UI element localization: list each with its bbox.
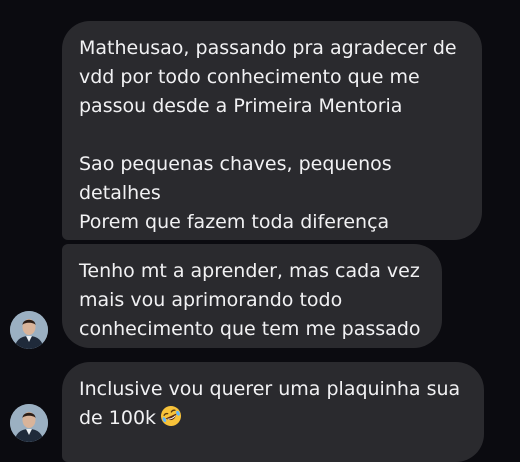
message-bubble[interactable]: Tenho mt a aprender, mas cada vez mais v…	[62, 244, 442, 348]
avatar[interactable]	[10, 311, 48, 349]
message-text: Inclusive vou querer uma plaquinha sua d…	[79, 375, 468, 433]
message-text: Tenho mt a aprender, mas cada vez mais v…	[79, 260, 421, 340]
message-thread: Matheusao, passando pra agradecer de vdd…	[0, 0, 520, 462]
message-text: Matheusao, passando pra agradecer de vdd…	[79, 37, 457, 117]
avatar[interactable]	[10, 404, 48, 442]
message-text: Sao pequenas chaves, pequenos detalhes P…	[79, 153, 392, 233]
message-bubble[interactable]: Inclusive vou querer uma plaquinha sua d…	[62, 362, 484, 462]
message-text-content: Inclusive vou querer uma plaquinha sua d…	[79, 378, 461, 429]
message-bubble[interactable]: Matheusao, passando pra agradecer de vdd…	[62, 21, 482, 240]
rolling-on-the-floor-laughing-icon	[160, 405, 182, 427]
